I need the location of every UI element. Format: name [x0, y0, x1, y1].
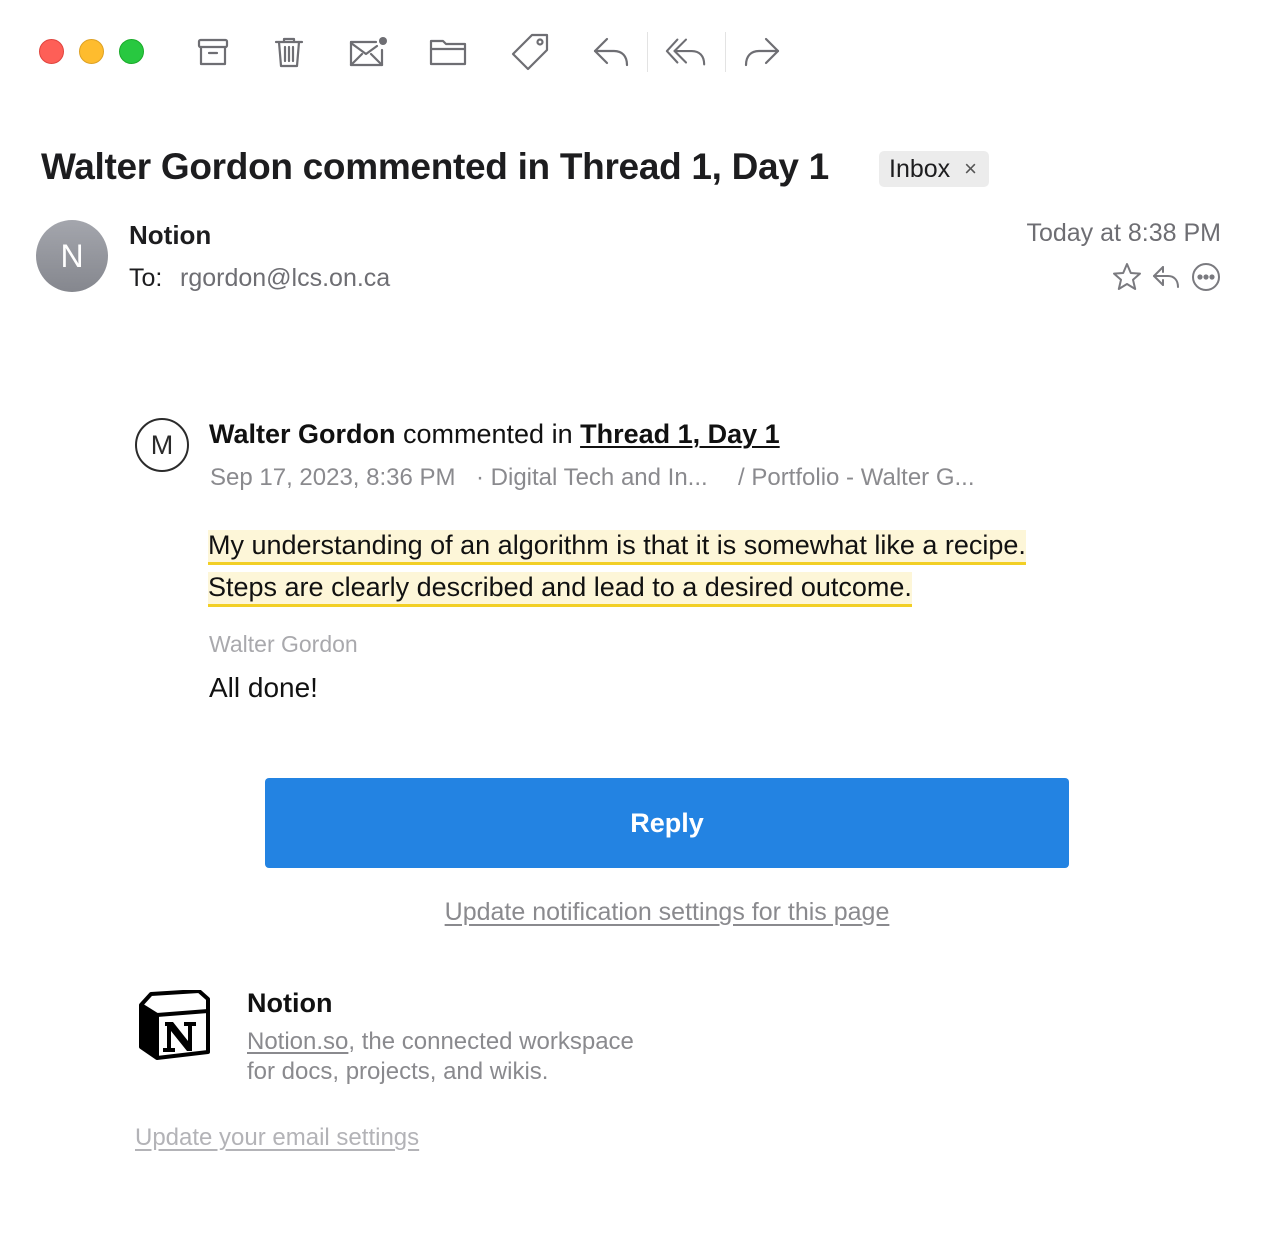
reply-toolbar-button[interactable]	[589, 30, 633, 74]
comment-heading: Walter Gordon commented in Thread 1, Day…	[209, 419, 780, 450]
page-link[interactable]: Thread 1, Day 1	[580, 419, 780, 449]
email-settings-link[interactable]: Update your email settings	[135, 1124, 419, 1152]
more-icon	[1192, 263, 1220, 291]
notification-settings-link[interactable]: Update notification settings for this pa…	[0, 898, 1262, 927]
minimize-window-button[interactable]	[79, 39, 104, 64]
quote-line: My understanding of an algorithm is that…	[208, 530, 1026, 565]
sender-avatar: N	[36, 220, 108, 292]
trash-button[interactable]	[267, 30, 311, 74]
forward-button[interactable]	[740, 30, 784, 74]
message-date: Today at 8:38 PM	[1026, 219, 1221, 247]
junk-button[interactable]	[346, 30, 390, 74]
trash-icon	[274, 37, 304, 68]
to-label: To:	[129, 264, 163, 292]
footer-desc-text: for docs, projects, and wikis.	[247, 1058, 549, 1085]
footer-brand: Notion	[247, 988, 333, 1018]
footer-desc-text: , the connected workspace	[348, 1028, 634, 1055]
comment-author: Walter Gordon	[209, 631, 358, 657]
toolbar-divider	[647, 32, 648, 72]
sender-name[interactable]: Notion	[129, 220, 211, 251]
commenter-name: Walter Gordon	[209, 419, 396, 449]
folder-icon	[429, 39, 467, 66]
breadcrumb-page[interactable]: / Portfolio - Walter G...	[738, 464, 975, 492]
reply-icon	[593, 37, 629, 67]
more-actions-button[interactable]	[1189, 260, 1223, 294]
comment-text: All done!	[209, 672, 318, 703]
quote-line: Steps are clearly described and lead to …	[208, 572, 912, 607]
archive-icon	[197, 38, 229, 66]
close-window-button[interactable]	[39, 39, 64, 64]
breadcrumb-workspace[interactable]: · Digital Tech and In...	[476, 464, 708, 492]
highlighted-quote: My understanding of an algorithm is that…	[208, 524, 1026, 608]
archive-button[interactable]	[191, 30, 235, 74]
comment-action-text: commented in	[395, 419, 581, 449]
recipient-address[interactable]: rgordon@lcs.on.ca	[180, 264, 390, 293]
comment-timestamp: Sep 17, 2023, 8:36 PM	[210, 464, 456, 491]
notion-site-link[interactable]: Notion.so	[247, 1028, 348, 1055]
star-icon	[1113, 263, 1141, 290]
reply-icon	[1153, 266, 1179, 288]
mailbox-tag[interactable]: Inbox ×	[879, 151, 990, 187]
close-icon[interactable]: ×	[964, 156, 977, 182]
reply-message-button[interactable]	[1149, 260, 1183, 294]
notion-logo-icon	[139, 990, 210, 1060]
tag-button[interactable]	[509, 30, 553, 74]
reply-button[interactable]: Reply	[265, 778, 1069, 868]
footer-description: Notion.so, the connected workspace for d…	[247, 1027, 634, 1087]
mailbox-tag-label: Inbox	[889, 154, 951, 183]
commenter-avatar: M	[135, 418, 189, 472]
forward-icon	[744, 37, 780, 67]
move-button[interactable]	[426, 30, 470, 74]
tag-icon	[511, 33, 549, 71]
toolbar-divider	[725, 32, 726, 72]
junk-mail-icon	[349, 37, 387, 67]
zoom-window-button[interactable]	[119, 39, 144, 64]
reply-all-icon	[665, 38, 706, 66]
message-subject: Walter Gordon commented in Thread 1, Day…	[41, 146, 829, 187]
flag-star-button[interactable]	[1110, 260, 1144, 294]
reply-all-button[interactable]	[664, 30, 708, 74]
